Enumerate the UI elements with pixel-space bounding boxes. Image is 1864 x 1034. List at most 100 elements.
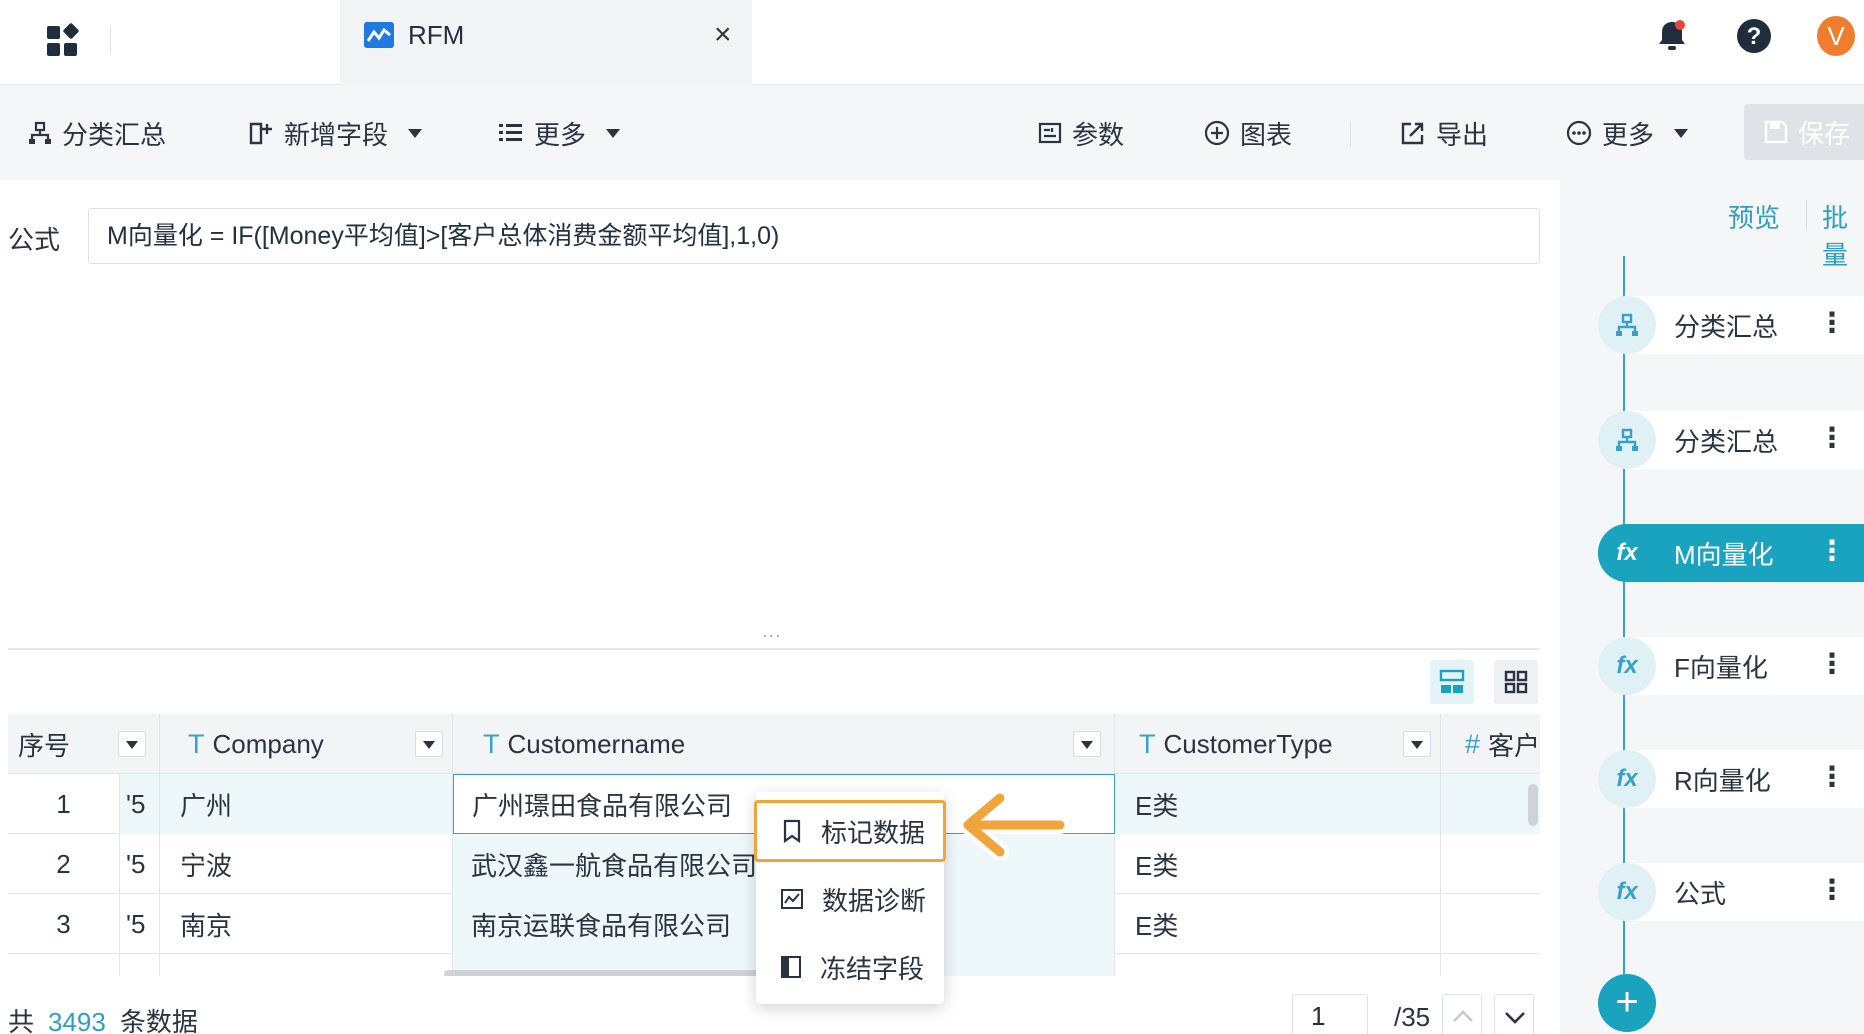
more-vertical-icon[interactable]: ⋮ — [1818, 649, 1846, 679]
notification-bell-icon[interactable] — [1652, 16, 1692, 56]
column-header-index[interactable]: 序号 — [8, 714, 160, 774]
tab-rfm[interactable]: RFM × — [340, 0, 752, 85]
save-icon — [1764, 120, 1788, 144]
group-summary-button[interactable]: 分类汇总 — [28, 113, 166, 153]
list-icon — [499, 124, 522, 141]
cell-customer[interactable] — [1441, 894, 1540, 954]
step-label: 分类汇总 — [1674, 426, 1779, 457]
save-button[interactable]: 保存 — [1744, 104, 1864, 160]
fx-icon: fx — [1598, 863, 1656, 921]
prev-page-button[interactable] — [1442, 994, 1482, 1034]
cell-company[interactable]: 广州 — [160, 774, 453, 834]
row-count: 共 3493 条数据 — [8, 1002, 198, 1034]
save-label: 保存 — [1798, 118, 1851, 149]
menu-item-mark-data[interactable]: 标记数据 — [754, 800, 946, 862]
menu-item-data-diagnosis[interactable]: 数据诊断 — [756, 868, 944, 930]
cell-type[interactable]: E类 — [1115, 774, 1441, 834]
more-vertical-icon[interactable]: ⋮ — [1818, 423, 1846, 453]
row-count-prefix: 共 — [8, 1007, 35, 1034]
more-vertical-icon[interactable]: ⋮ — [1818, 762, 1846, 792]
row-count-number: 3493 — [48, 1007, 106, 1034]
grid-view-button[interactable] — [1494, 660, 1538, 704]
menu-item-label: 数据诊断 — [822, 885, 927, 916]
column-dropdown-button[interactable] — [1403, 731, 1431, 757]
more-vertical-icon[interactable]: ⋮ — [1818, 308, 1846, 338]
chart-label: 图表 — [1240, 119, 1293, 150]
step-label: F向量化 — [1674, 652, 1768, 683]
cell-index: 1 — [8, 774, 120, 834]
app-logo-icon[interactable] — [44, 20, 84, 60]
divider — [110, 26, 111, 54]
page-number-input[interactable]: 1 — [1292, 994, 1368, 1034]
chevron-up-icon — [1453, 1010, 1473, 1022]
more-circle-icon — [1566, 120, 1592, 146]
menu-item-freeze-field[interactable]: 冻结字段 — [756, 936, 944, 998]
batch-link[interactable]: 批量 — [1822, 198, 1864, 272]
cell-type[interactable] — [1115, 954, 1441, 976]
splitter-handle[interactable]: ... — [762, 620, 782, 643]
column-dropdown-button[interactable] — [1073, 731, 1101, 757]
step-item-group-summary-2[interactable]: 分类汇总 ⋮ — [1598, 411, 1864, 469]
cell-index: 2 — [8, 834, 120, 894]
preview-link[interactable]: 预览 — [1728, 198, 1780, 235]
step-item-f-vector[interactable]: fx F向量化 ⋮ — [1598, 637, 1864, 695]
cell-company[interactable]: 宁波 — [160, 834, 453, 894]
column-header-company[interactable]: T Company — [160, 714, 453, 774]
user-avatar[interactable]: V — [1817, 16, 1855, 56]
chevron-down-icon — [1674, 128, 1689, 138]
cell-type[interactable]: E类 — [1115, 894, 1441, 954]
cell-prev: '5 — [120, 834, 160, 894]
step-item-formula[interactable]: fx 公式 ⋮ — [1598, 863, 1864, 921]
step-item-group-summary-1[interactable]: 分类汇总 ⋮ — [1598, 296, 1864, 354]
column-header-label: CustomerType — [1163, 728, 1333, 759]
params-button[interactable]: 参数 — [1038, 113, 1124, 153]
step-label: 公式 — [1674, 878, 1727, 909]
step-item-r-vector[interactable]: fx R向量化 ⋮ — [1598, 750, 1864, 808]
cell-customer[interactable] — [1441, 774, 1540, 834]
column-header-label: Customername — [507, 728, 686, 759]
add-field-icon — [249, 122, 272, 145]
cell-company[interactable]: 南京 — [160, 894, 453, 954]
export-button[interactable]: 导出 — [1400, 113, 1488, 153]
more-right-button[interactable]: 更多 — [1566, 113, 1689, 153]
cell-prev: '5 — [120, 774, 160, 834]
fx-icon: fx — [1598, 750, 1656, 808]
cell-index: 3 — [8, 894, 120, 954]
next-page-button[interactable] — [1494, 994, 1534, 1034]
help-icon[interactable]: ? — [1734, 16, 1774, 56]
column-header-customername[interactable]: T Customername — [453, 714, 1115, 774]
freeze-column-icon — [781, 956, 801, 978]
params-icon — [1038, 122, 1062, 144]
column-dropdown-button[interactable] — [415, 731, 443, 757]
fx-icon: fx — [1598, 637, 1656, 695]
more-right-label: 更多 — [1602, 119, 1655, 150]
line-chart-icon — [364, 22, 394, 48]
close-tab-button[interactable]: × — [714, 20, 732, 50]
tab-title: RFM — [408, 20, 465, 50]
cell-customer[interactable] — [1441, 834, 1540, 894]
text-type-icon: T — [1139, 728, 1156, 759]
column-dropdown-button[interactable] — [118, 731, 146, 757]
divider — [1806, 200, 1807, 228]
chart-button[interactable]: 图表 — [1204, 113, 1292, 153]
column-header-label: Company — [212, 728, 324, 759]
table-header: 序号 T Company T Customername T CustomerTy… — [8, 714, 1540, 774]
step-item-m-vector[interactable]: fx M向量化 ⋮ — [1598, 524, 1864, 582]
more-vertical-icon[interactable]: ⋮ — [1818, 536, 1846, 566]
column-header-customer[interactable]: # 客户 — [1441, 714, 1540, 774]
params-label: 参数 — [1072, 119, 1125, 150]
column-header-customertype[interactable]: T CustomerType — [1115, 714, 1441, 774]
add-step-button[interactable]: + — [1598, 974, 1656, 1032]
cell-type[interactable]: E类 — [1115, 834, 1441, 894]
vertical-scrollbar[interactable] — [1528, 784, 1538, 826]
add-field-button[interactable]: 新增字段 — [248, 113, 423, 153]
divider — [8, 648, 1540, 650]
formula-input[interactable]: M向量化 = IF([Money平均值]>[客户总体消费金额平均值],1,0) — [88, 208, 1540, 264]
horizontal-scrollbar[interactable] — [444, 970, 774, 976]
cell-company[interactable] — [160, 954, 453, 976]
row-layout-icon — [1439, 669, 1465, 693]
more-vertical-icon[interactable]: ⋮ — [1818, 875, 1846, 905]
row-view-button[interactable] — [1430, 660, 1474, 704]
toolbar: 分类汇总 新增字段 更多 参数 图表 导出 更多 保存 — [0, 85, 1864, 180]
more-left-button[interactable]: 更多 — [498, 113, 621, 153]
